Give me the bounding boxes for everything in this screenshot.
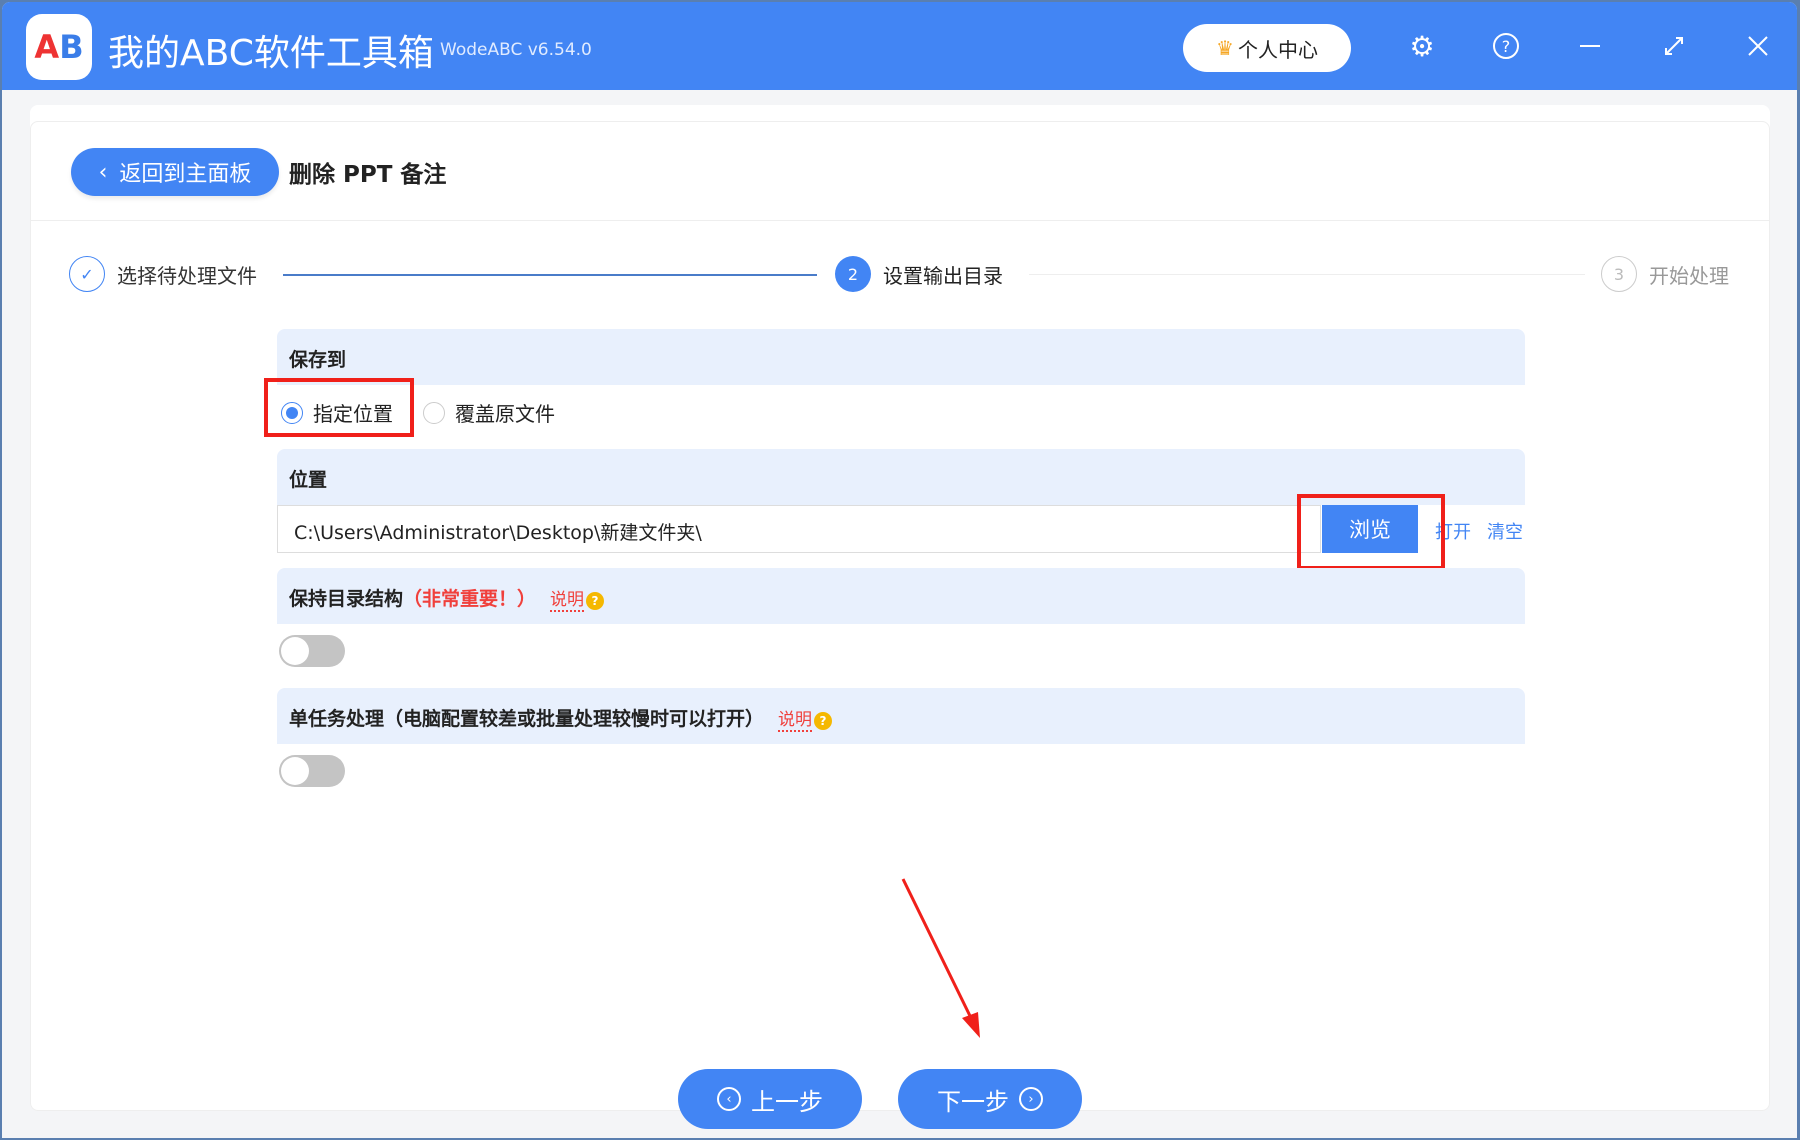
- annotation-arrow: [901, 878, 980, 1038]
